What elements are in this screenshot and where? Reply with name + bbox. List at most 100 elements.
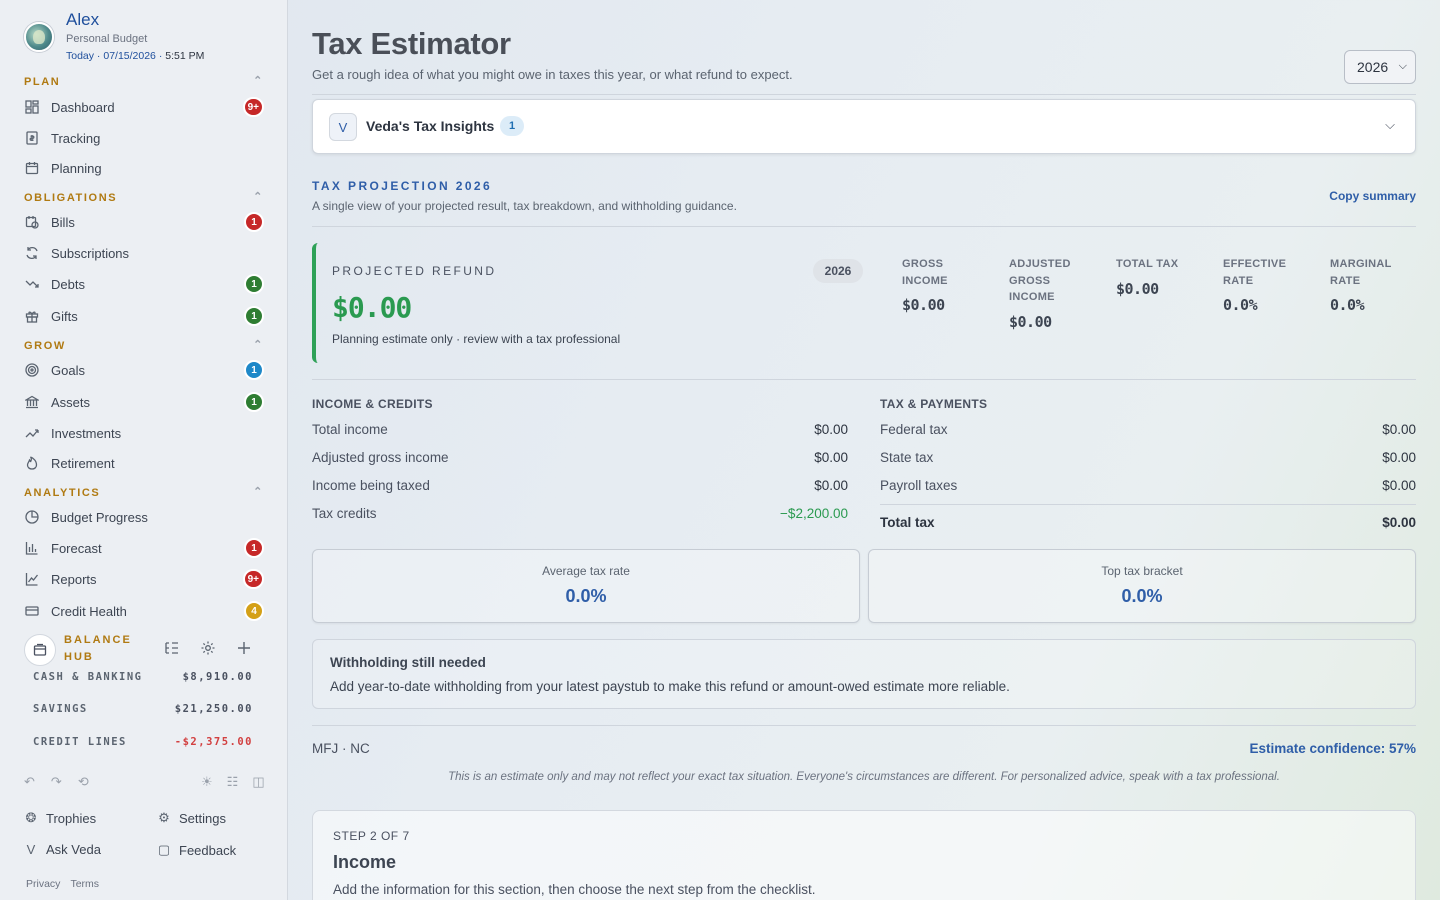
sidebar-item-credit-health[interactable]: Credit Health 4: [24, 598, 266, 624]
bar-chart-icon: [24, 540, 40, 556]
notification-badge: 9+: [242, 97, 264, 117]
veda-logo-icon: V: [329, 113, 357, 141]
sidebar-item-label: Credit Health: [51, 603, 127, 619]
privacy-link[interactable]: Privacy: [26, 878, 60, 890]
sidebar-item-investments[interactable]: Investments: [24, 420, 266, 446]
chevron-down-icon[interactable]: ⌵: [1385, 117, 1395, 133]
sidebar-item-label: Investments: [51, 425, 122, 441]
sidebar-item-assets[interactable]: Assets 1: [24, 389, 266, 415]
stat-adjusted-gross-income: ADJUSTED GROSS INCOME $0.00: [1009, 258, 1071, 331]
withholding-body: Add year-to-date withholding from your l…: [330, 679, 1010, 694]
sidebar-item-tracking[interactable]: Tracking: [24, 125, 266, 151]
veda-icon: V: [26, 842, 36, 857]
section-grow-header[interactable]: GROW ⌃: [24, 338, 264, 356]
avatar[interactable]: [24, 22, 54, 52]
line-federal-tax: Federal tax $0.00: [880, 422, 1416, 437]
wallet-icon[interactable]: [24, 634, 56, 666]
layout-icon[interactable]: ◫: [252, 774, 264, 790]
disclaimer: This is an estimate only and may not ref…: [448, 771, 1280, 783]
undo-icon[interactable]: ↶: [24, 774, 35, 790]
balance-row-cash[interactable]: CASH & BANKING $8,910.00: [33, 671, 253, 687]
notification-badge: 4: [244, 601, 264, 621]
sidebar-item-goals[interactable]: Goals 1: [24, 357, 266, 383]
sidebar-item-label: Budget Progress: [51, 509, 148, 525]
average-tax-rate-card: Average tax rate 0.0%: [312, 549, 860, 623]
list-tree-icon[interactable]: [164, 640, 180, 660]
trending-down-icon: [24, 276, 40, 292]
ask-veda-link[interactable]: V Ask Veda: [24, 842, 101, 857]
sidebar-item-forecast[interactable]: Forecast 1: [24, 535, 266, 561]
sidebar-item-budget-progress[interactable]: Budget Progress: [24, 504, 266, 530]
sidebar-item-label: Subscriptions: [51, 245, 130, 261]
chevron-up-icon[interactable]: ⌃: [253, 485, 264, 498]
settings-link[interactable]: ⚙ Settings: [157, 810, 226, 826]
line-income-being-taxed: Income being taxed $0.00: [312, 478, 848, 493]
filing-status: MFJ · NC: [312, 741, 370, 756]
chevron-up-icon[interactable]: ⌃: [253, 338, 264, 351]
step-title: Income: [333, 852, 397, 872]
trophies-link[interactable]: ❂ Trophies: [24, 810, 97, 826]
step-description: Add the information for this section, th…: [333, 882, 816, 897]
insights-title: Veda's Tax Insights: [366, 118, 495, 134]
sidebar-item-label: Gifts: [51, 308, 78, 324]
sidebar-item-label: Goals: [51, 362, 85, 378]
top-tax-bracket-card: Top tax bracket 0.0%: [868, 549, 1416, 623]
line-state-tax: State tax $0.00: [880, 450, 1416, 465]
profile-date: Today · 07/15/2026 · 5:51 PM: [66, 50, 205, 62]
notification-badge: 1: [244, 538, 264, 558]
feedback-link[interactable]: ▢ Feedback: [157, 842, 236, 858]
refund-year-badge: 2026: [813, 259, 863, 283]
sidebar-item-subscriptions[interactable]: Subscriptions: [24, 240, 266, 266]
income-credits-heading: INCOME & CREDITS: [312, 397, 433, 411]
redo-icon[interactable]: ↷: [51, 774, 62, 790]
refund-label: PROJECTED REFUND: [332, 264, 497, 278]
sidebar-item-planning[interactable]: Planning: [24, 155, 266, 181]
message-icon: ▢: [157, 842, 171, 857]
copy-summary-button[interactable]: Copy summary: [1329, 189, 1416, 203]
step-card: STEP 2 OF 7 Income Add the information f…: [312, 810, 1416, 900]
balance-row-savings[interactable]: SAVINGS $21,250.00: [33, 703, 253, 719]
chevron-up-icon[interactable]: ⌃: [253, 74, 264, 87]
sidebar-item-reports[interactable]: Reports 9+: [24, 566, 266, 592]
sidebar-item-label: Dashboard: [51, 99, 115, 115]
step-number: STEP 2 OF 7: [333, 829, 410, 843]
bank-icon: [24, 394, 40, 410]
gift-icon: [24, 308, 40, 324]
line-adjusted-gross-income: Adjusted gross income $0.00: [312, 450, 848, 465]
estimate-confidence[interactable]: Estimate confidence: 57%: [1249, 741, 1416, 756]
line-payroll-taxes: Payroll taxes $0.00: [880, 478, 1416, 493]
section-obligations-header[interactable]: OBLIGATIONS ⌃: [24, 190, 264, 208]
calendar-clock-icon: [24, 214, 40, 230]
balance-row-credit-lines[interactable]: CREDIT LINES -$2,375.00: [33, 736, 253, 752]
tax-payments-heading: TAX & PAYMENTS: [880, 397, 988, 411]
veda-insights-panel[interactable]: V Veda's Tax Insights 1 ⌵: [312, 99, 1416, 154]
balance-hub-title: BALANCE HUB: [64, 634, 132, 663]
profile-subtitle: Personal Budget: [66, 33, 148, 45]
history-icon[interactable]: ⟲: [78, 774, 89, 790]
terms-link[interactable]: Terms: [70, 878, 99, 890]
notification-badge: 1: [244, 306, 264, 326]
line-total-tax: Total tax $0.00: [880, 515, 1416, 530]
refund-amount: $0.00: [332, 291, 412, 324]
section-plan-header[interactable]: PLAN ⌃: [24, 74, 264, 92]
sidebar-item-retirement[interactable]: Retirement: [24, 450, 266, 476]
sidebar-item-debts[interactable]: Debts 1: [24, 271, 266, 297]
section-analytics-header[interactable]: ANALYTICS ⌃: [24, 485, 264, 503]
view-tools: ☀ ☷ ◫: [201, 774, 265, 790]
sliders-icon[interactable]: ☷: [227, 774, 239, 790]
sidebar-item-dashboard[interactable]: Dashboard 9+: [24, 94, 266, 120]
trophy-icon: ❂: [25, 810, 37, 825]
sidebar-item-label: Debts: [51, 276, 85, 292]
chevron-up-icon[interactable]: ⌃: [253, 190, 264, 203]
line-chart-icon: [24, 571, 40, 587]
sidebar-item-gifts[interactable]: Gifts 1: [24, 303, 266, 329]
sidebar-item-bills[interactable]: Bills 1: [24, 209, 266, 235]
sun-icon[interactable]: ☀: [201, 774, 213, 790]
page-subtitle: Get a rough idea of what you might owe i…: [312, 67, 793, 82]
page-title: Tax Estimator: [312, 26, 511, 61]
sidebar-item-label: Tracking: [51, 130, 101, 146]
add-icon[interactable]: [236, 640, 252, 660]
year-select[interactable]: 2026 ⌵: [1344, 50, 1416, 84]
stat-gross-income: GROSS INCOME $0.00: [902, 258, 948, 314]
gear-icon[interactable]: [200, 640, 216, 660]
